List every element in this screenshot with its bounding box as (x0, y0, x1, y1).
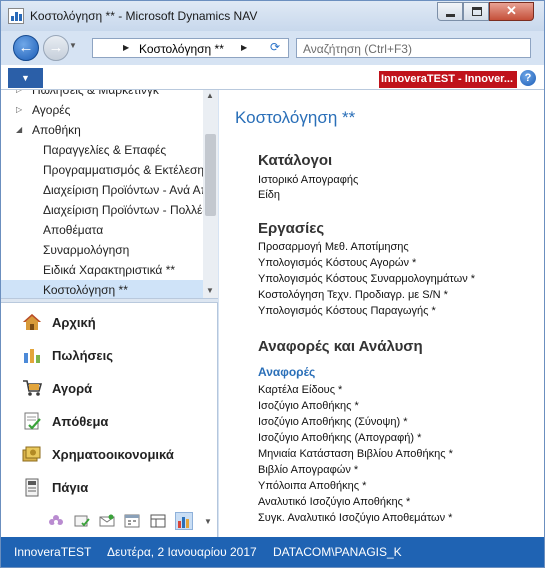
search-placeholder: Αναζήτηση (Ctrl+F3) (303, 42, 412, 56)
tree-item-costing[interactable]: Κοστολόγηση ** (1, 280, 203, 298)
chart-icon[interactable] (175, 512, 193, 530)
tree-item-purchases[interactable]: ▷ Αγορές (1, 100, 203, 120)
navigation-tree: ▷ Πωλήσεις & Μάρκετινγκ ▷ Αγορές ◢ Αποθή… (1, 90, 218, 298)
app-window: Κοστολόγηση ** - Microsoft Dynamics NAV … (0, 0, 545, 568)
finance-icon (22, 446, 41, 462)
more-options-icon[interactable]: ▼ (204, 517, 212, 526)
close-icon: ✕ (506, 3, 517, 18)
minimize-button[interactable] (437, 2, 463, 21)
link-calc-assembly-cost[interactable]: Υπολογισμός Κόστους Συναρμολογημάτων * (258, 273, 475, 285)
department-purchase[interactable]: Αγορά (1, 372, 218, 405)
address-box[interactable]: ▶ Κοστολόγηση ** ▶ ⟳ (92, 38, 289, 58)
link-monthly-inventory-book[interactable]: Μηνιαία Κατάσταση Βιβλίου Αποθήκης * (258, 448, 453, 460)
flower-icon[interactable] (48, 514, 64, 528)
mail-icon[interactable] (99, 514, 115, 528)
tree-item-assembly[interactable]: Συναρμολόγηση (1, 240, 203, 260)
status-user: DATACOM\PANAGIS_K (273, 545, 402, 559)
window-title: Κοστολόγηση ** - Microsoft Dynamics NAV (30, 9, 258, 23)
title-bar: Κοστολόγηση ** - Microsoft Dynamics NAV … (1, 1, 544, 31)
ribbon: ▼ InnoveraTEST - Innover... ? (1, 65, 544, 90)
folder-check-icon[interactable] (74, 514, 90, 528)
tree-item-product-mgmt-multi-location[interactable]: Διαχείριση Προϊόντων - Πολλές Αποθήκες (1, 200, 203, 220)
scrollbar-thumb[interactable] (205, 134, 216, 216)
section-heading-tasks: Εργασίες (258, 220, 325, 237)
department-sales[interactable]: Πωλήσεις (1, 339, 218, 372)
forward-button[interactable]: → (43, 35, 69, 61)
link-summary-detailed-inventory-balance[interactable]: Συγκ. Αναλυτικό Ισοζύγιο Αποθεμάτων * (258, 512, 452, 524)
breadcrumb-arrow-icon: ▶ (123, 43, 130, 52)
dynamics-nav-icon (8, 8, 24, 24)
department-fixed-assets[interactable]: Πάγια (1, 471, 218, 504)
scroll-down-icon[interactable]: ▼ (206, 286, 214, 295)
page-title: Κοστολόγηση ** (235, 108, 356, 127)
subsection-heading-reports: Αναφορές (258, 365, 316, 379)
nav-pane-icon-bar: ▼ (1, 508, 218, 537)
expand-arrow-icon[interactable]: ▷ (16, 90, 22, 100)
collapse-arrow-icon[interactable]: ◢ (16, 120, 22, 140)
back-button[interactable]: ← (13, 35, 39, 61)
close-button[interactable]: ✕ (489, 2, 534, 21)
tree-scrollbar[interactable]: ▲ ▼ (203, 90, 218, 298)
address-path: Κοστολόγηση ** (139, 42, 224, 56)
help-icon: ? (524, 72, 532, 84)
search-input[interactable]: Αναζήτηση (Ctrl+F3) (296, 38, 531, 58)
link-item-card[interactable]: Καρτέλα Είδους * (258, 384, 342, 396)
sales-icon (24, 349, 40, 363)
maximize-button[interactable] (463, 2, 489, 21)
pane-splitter[interactable] (1, 298, 218, 303)
link-inventory-book[interactable]: Βιβλίο Απογραφών * (258, 464, 358, 476)
link-inventory-history[interactable]: Ιστορικό Απογραφής (258, 174, 358, 186)
link-adjust-valuation-method[interactable]: Προσαρμογή Μεθ. Αποτίμησης (258, 241, 409, 253)
inventory-icon (24, 412, 41, 430)
link-inventory-balance[interactable]: Ισοζύγιο Αποθήκης * (258, 400, 359, 412)
minimize-icon (446, 14, 455, 17)
scroll-up-icon[interactable]: ▲ (206, 91, 214, 100)
arrow-right-icon: → (48, 39, 64, 56)
expand-arrow-icon[interactable]: ▷ (16, 100, 22, 120)
department-inventory[interactable]: Απόθεμα (1, 405, 218, 438)
company-badge: InnoveraTEST - Innover... (379, 71, 517, 88)
section-heading-lists: Κατάλογοι (258, 152, 333, 169)
tree-item-inventory[interactable]: Αποθέματα (1, 220, 203, 240)
tree-item-planning-execution[interactable]: Προγραμματισμός & Εκτέλεση (1, 160, 203, 180)
address-bar-row: ← → ▼ ▶ Κοστολόγηση ** ▶ ⟳ Αναζήτηση (Ct… (1, 31, 544, 65)
help-button[interactable]: ? (520, 70, 536, 86)
link-inventory-balances[interactable]: Υπόλοιπα Αποθήκης * (258, 480, 366, 492)
link-inventory-balance-summary[interactable]: Ισοζύγιο Αποθήκης (Σύνοψη) * (258, 416, 408, 428)
application-menu-button[interactable]: ▼ (8, 68, 43, 88)
navigation-pane: ▷ Πωλήσεις & Μάρκετινγκ ▷ Αγορές ◢ Αποθή… (1, 90, 218, 537)
purchase-icon (23, 380, 42, 396)
link-costing-serial-spec[interactable]: Κοστολόγηση Τεχν. Προδιαγρ. με S/N * (258, 289, 448, 301)
home-icon (23, 314, 41, 330)
link-inventory-balance-count[interactable]: Ισοζύγιο Αποθήκης (Απογραφή) * (258, 432, 421, 444)
breadcrumb-arrow-icon[interactable]: ▶ (241, 43, 247, 52)
status-work-date[interactable]: Δευτέρα, 2 Ιανουαρίου 2017 (107, 545, 257, 559)
link-calc-production-cost[interactable]: Υπολογισμός Κόστους Παραγωγής * (258, 305, 436, 317)
maximize-icon (472, 7, 482, 16)
content-area: Κοστολόγηση ** Κατάλογοι Ιστορικό Απογρα… (219, 90, 544, 537)
arrow-left-icon: ← (18, 39, 34, 56)
department-home[interactable]: Αρχική (1, 306, 218, 339)
status-company: InnoveraTEST (14, 545, 92, 559)
calendar-icon[interactable] (124, 514, 140, 528)
tree-item-product-mgmt-per-location[interactable]: Διαχείριση Προϊόντων - Ανά Αποθήκη (1, 180, 203, 200)
tree-item-orders-contacts[interactable]: Παραγγελίες & Επαφές (1, 140, 203, 160)
section-heading-reports-analysis: Αναφορές και Ανάλυση (258, 338, 423, 355)
link-items[interactable]: Είδη (258, 189, 280, 201)
link-detailed-inventory-balance[interactable]: Αναλυτικό Ισοζύγιο Αποθήκης * (258, 496, 410, 508)
refresh-icon[interactable]: ⟳ (270, 40, 280, 54)
tree-item-warehouse[interactable]: ◢ Αποθήκη (1, 120, 203, 140)
table-icon[interactable] (150, 514, 166, 528)
status-bar: InnoveraTEST Δευτέρα, 2 Ιανουαρίου 2017 … (1, 537, 544, 567)
chevron-down-icon: ▼ (21, 73, 30, 83)
tree-item-sales-marketing[interactable]: ▷ Πωλήσεις & Μάρκετινγκ (1, 90, 203, 100)
history-dropdown-icon[interactable]: ▼ (69, 41, 77, 50)
tree-item-special-characteristics[interactable]: Ειδικά Χαρακτηριστικά ** (1, 260, 203, 280)
link-calc-purchase-cost[interactable]: Υπολογισμός Κόστους Αγορών * (258, 257, 416, 269)
fixed-assets-icon (25, 478, 39, 497)
department-finance[interactable]: Χρηματοοικονομικά (1, 438, 218, 471)
